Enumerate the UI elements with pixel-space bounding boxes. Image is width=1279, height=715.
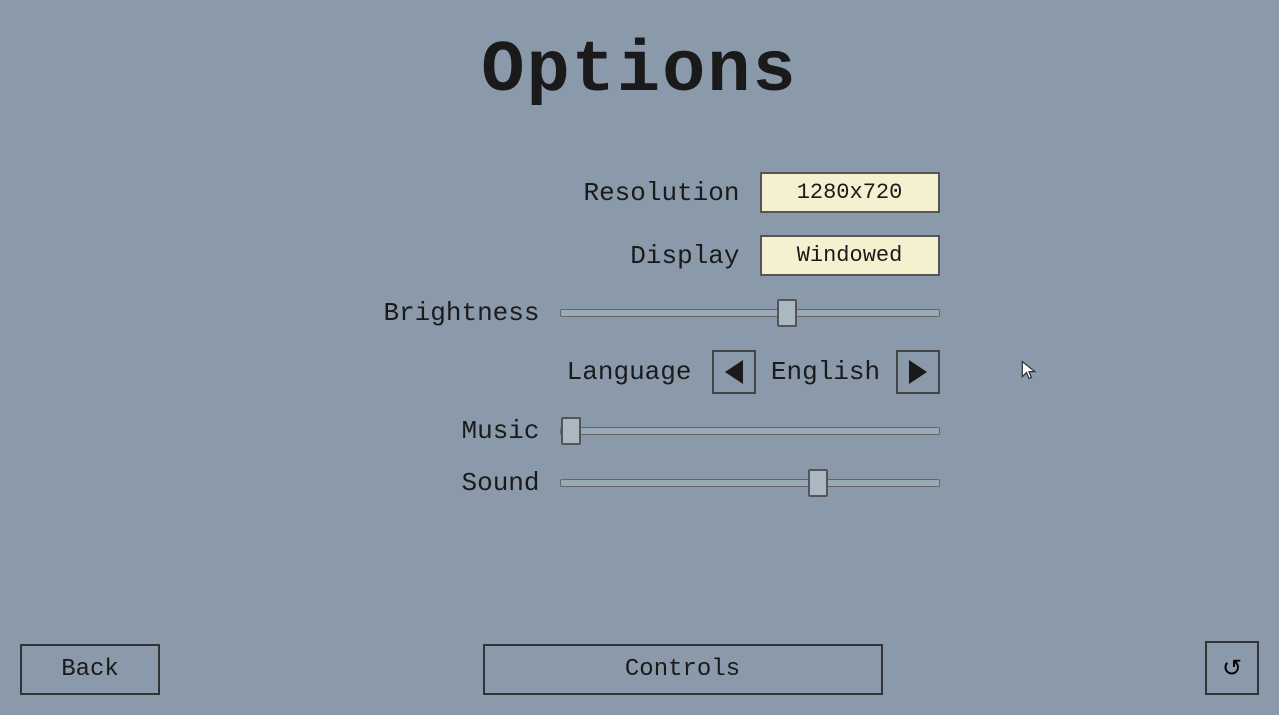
sound-slider-container: [560, 479, 940, 487]
resolution-label: Resolution: [560, 178, 740, 208]
resolution-row: Resolution 1280x720: [340, 172, 940, 213]
display-dropdown[interactable]: Windowed: [760, 235, 940, 276]
sound-label: Sound: [360, 468, 540, 498]
reset-icon: ↺: [1222, 654, 1242, 683]
music-slider-track[interactable]: [560, 427, 940, 435]
mouse-cursor: [1019, 360, 1039, 380]
music-row: Music: [340, 416, 940, 446]
brightness-slider-container: [560, 309, 940, 317]
options-list: Resolution 1280x720 Display Windowed Bri…: [340, 172, 940, 498]
controls-button[interactable]: Controls: [483, 644, 883, 695]
sound-slider-thumb[interactable]: [808, 469, 828, 497]
resolution-dropdown[interactable]: 1280x720: [760, 172, 940, 213]
arrow-right-icon: [909, 360, 927, 384]
music-slider-container: [560, 427, 940, 435]
back-button[interactable]: Back: [20, 644, 160, 695]
options-screen: Options Resolution 1280x720 Display Wind…: [0, 0, 1279, 715]
sound-slider-track[interactable]: [560, 479, 940, 487]
sound-row: Sound: [340, 468, 940, 498]
brightness-slider-thumb[interactable]: [777, 299, 797, 327]
language-selector: English: [712, 350, 940, 394]
page-title: Options: [481, 30, 797, 112]
display-row: Display Windowed: [340, 235, 940, 276]
language-next-button[interactable]: [896, 350, 940, 394]
reset-button[interactable]: ↺: [1205, 641, 1259, 695]
brightness-slider-track[interactable]: [560, 309, 940, 317]
language-value: English: [766, 357, 886, 387]
display-label: Display: [560, 241, 740, 271]
language-row: Language English: [340, 350, 940, 394]
language-label: Language: [512, 357, 692, 387]
brightness-row: Brightness: [340, 298, 940, 328]
music-label: Music: [360, 416, 540, 446]
music-slider-thumb[interactable]: [561, 417, 581, 445]
brightness-label: Brightness: [360, 298, 540, 328]
arrow-left-icon: [725, 360, 743, 384]
bottom-bar: Back Controls ↺: [0, 641, 1279, 715]
language-prev-button[interactable]: [712, 350, 756, 394]
